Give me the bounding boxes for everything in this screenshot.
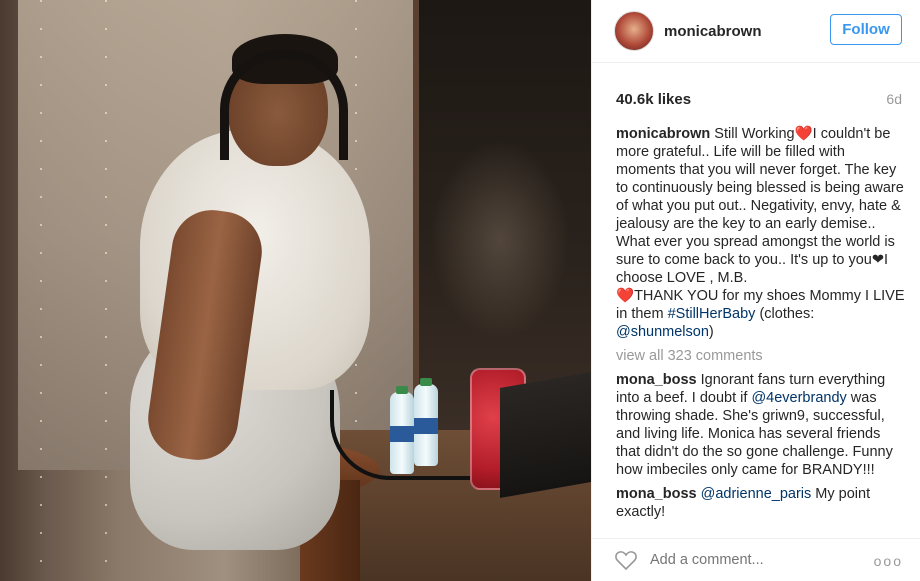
comment-item: mona_boss @adrienne_paris My point exact… — [616, 485, 906, 521]
comment-username[interactable]: mona_boss — [616, 486, 697, 502]
post-sidebar: monicabrown Follow 40.6k likes 6d monica… — [591, 0, 920, 581]
mention-link[interactable]: @adrienne_paris — [701, 486, 812, 502]
more-options-icon[interactable]: ooo — [874, 553, 903, 569]
caption-text: I couldn't be more grateful.. Life will … — [616, 126, 904, 268]
black-heart-emoji-icon: ❤ — [871, 252, 885, 268]
avatar[interactable] — [614, 11, 654, 51]
caption-username[interactable]: monicabrown — [616, 126, 710, 142]
window-reflection — [430, 140, 570, 340]
comment-username[interactable]: mona_boss — [616, 372, 697, 388]
caption: monicabrown Still Working❤️I couldn't be… — [616, 125, 906, 341]
caption-text: Still Working — [714, 126, 795, 142]
water-bottle — [414, 378, 438, 466]
caption-text: ) — [708, 324, 714, 340]
follow-button[interactable]: Follow — [830, 14, 902, 45]
caption-text: (clothes: — [755, 306, 815, 322]
headphones — [220, 50, 348, 160]
heart-outline-icon[interactable] — [614, 549, 638, 571]
mention-link[interactable]: @4everbrandy — [751, 390, 846, 406]
header-username[interactable]: monicabrown — [664, 23, 762, 40]
likes-count[interactable]: 40.6k likes — [616, 91, 691, 108]
mixing-console — [500, 371, 591, 499]
view-all-comments-link[interactable]: view all 323 comments — [616, 347, 906, 365]
hashtag-link[interactable]: #StillHerBaby — [668, 306, 756, 322]
post-stats: 40.6k likes 6d — [616, 89, 902, 109]
post-photo[interactable] — [0, 0, 591, 581]
post-header: monicabrown Follow — [592, 0, 920, 63]
mention-link[interactable]: @shunmelson — [616, 324, 709, 340]
add-comment-bar: ooo — [592, 538, 920, 581]
string-lights — [40, 0, 42, 581]
red-heart-emoji-icon: ❤️ — [794, 126, 813, 142]
water-bottle — [390, 386, 414, 474]
red-heart-emoji-icon: ❤️ — [616, 288, 635, 304]
string-lights — [105, 0, 107, 581]
post-age[interactable]: 6d — [886, 91, 902, 107]
add-comment-input[interactable] — [650, 552, 870, 568]
comment-item: mona_boss Ignorant fans turn everything … — [616, 371, 906, 479]
comments-list: monicabrown Still Working❤️I couldn't be… — [616, 125, 906, 527]
